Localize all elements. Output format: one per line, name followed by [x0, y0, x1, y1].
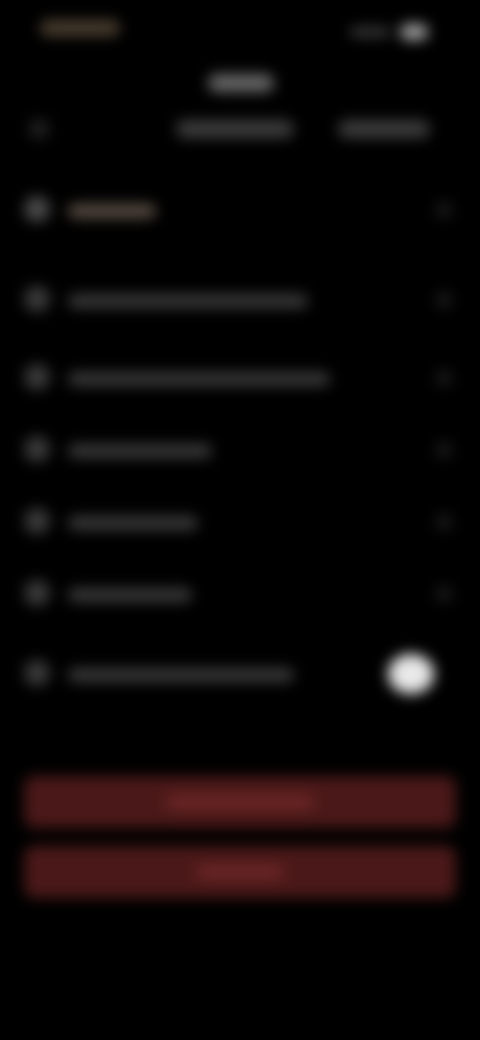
page-title [208, 74, 274, 92]
chevron-right-icon [436, 586, 452, 602]
list-item-label [68, 516, 198, 530]
list-item[interactable] [18, 432, 462, 468]
circle-icon [24, 660, 50, 686]
chevron-right-icon [436, 292, 452, 308]
chevron-right-icon [436, 370, 452, 386]
chevron-right-icon [436, 442, 452, 458]
list-item[interactable] [18, 192, 462, 228]
chevron-right-icon [436, 202, 452, 218]
list-item-label [68, 588, 192, 602]
tab-first[interactable] [176, 120, 294, 138]
chevron-left-icon[interactable] [30, 120, 48, 138]
secondary-action-label [196, 864, 284, 880]
tab-second[interactable] [338, 120, 430, 138]
circle-icon [24, 286, 50, 312]
status-battery-icon [400, 24, 428, 40]
circle-icon [24, 508, 50, 534]
list-item[interactable] [18, 504, 462, 540]
primary-action-button[interactable] [24, 776, 456, 828]
secondary-action-button[interactable] [24, 846, 456, 898]
list-item-label [68, 668, 294, 682]
list-item[interactable] [18, 282, 462, 318]
circle-icon [24, 364, 50, 390]
list-item-label [68, 204, 156, 218]
list-item-toggle[interactable] [18, 654, 462, 694]
status-left-indicator [40, 20, 120, 36]
primary-action-label [165, 794, 315, 810]
chevron-right-icon [436, 514, 452, 530]
list-item[interactable] [18, 576, 462, 612]
list-item-label [68, 444, 212, 458]
list-item-label [68, 294, 308, 308]
list-item-label [68, 372, 330, 386]
circle-icon [24, 196, 50, 222]
list-item[interactable] [18, 360, 462, 396]
status-signal-indicator [350, 28, 390, 36]
circle-icon [24, 580, 50, 606]
blurred-screen [0, 0, 480, 1040]
circle-icon [24, 436, 50, 462]
toggle-switch[interactable] [388, 654, 434, 694]
